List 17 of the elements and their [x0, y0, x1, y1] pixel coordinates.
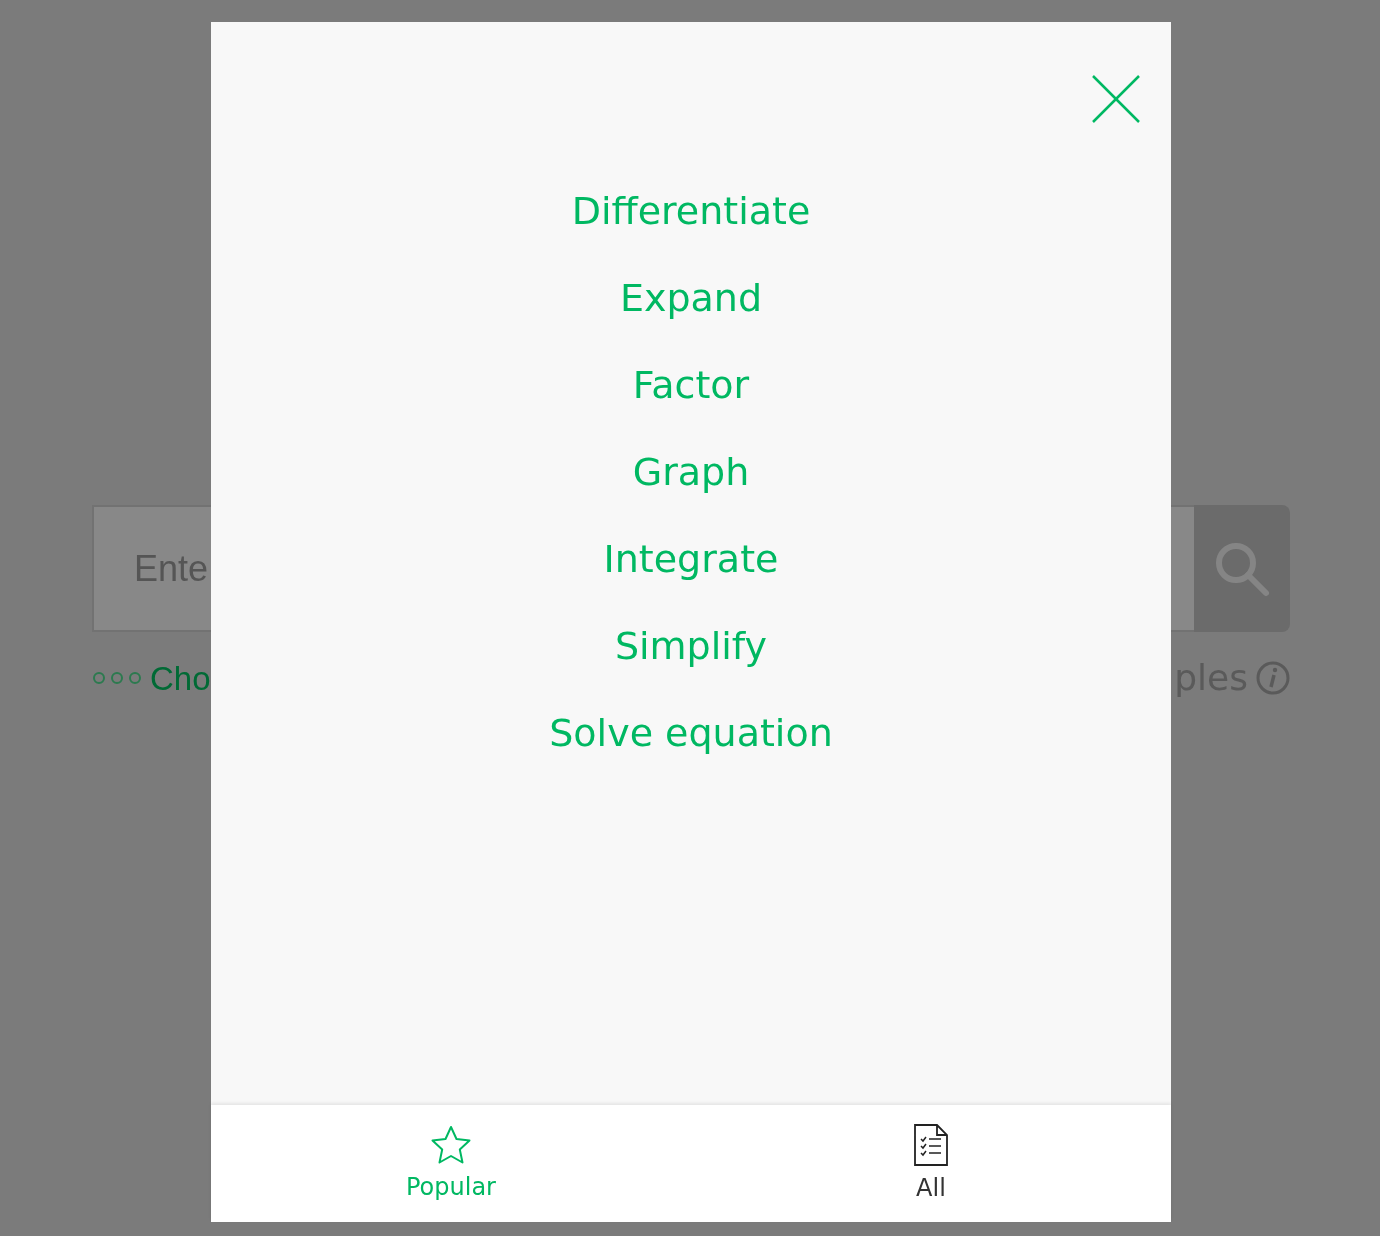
menu-item[interactable]: Graph [632, 447, 750, 498]
tab[interactable]: All [691, 1105, 1171, 1222]
menu-item[interactable]: Expand [619, 273, 763, 324]
tab[interactable]: Popular [211, 1105, 691, 1222]
menu-item[interactable]: Differentiate [571, 186, 811, 237]
menu-item[interactable]: Factor [632, 360, 750, 411]
star-icon [430, 1125, 472, 1165]
menu-item[interactable]: Integrate [603, 534, 779, 585]
close-button[interactable] [1091, 74, 1141, 124]
close-icon [1091, 74, 1141, 124]
menu-item[interactable]: Simplify [614, 621, 768, 672]
dots-icon [92, 671, 142, 685]
search-button[interactable] [1194, 505, 1290, 632]
options-link[interactable]: Cho [92, 661, 211, 695]
info-icon[interactable] [1256, 661, 1290, 695]
menu-item[interactable]: Solve equation [549, 708, 833, 759]
checklist-icon [914, 1124, 948, 1166]
